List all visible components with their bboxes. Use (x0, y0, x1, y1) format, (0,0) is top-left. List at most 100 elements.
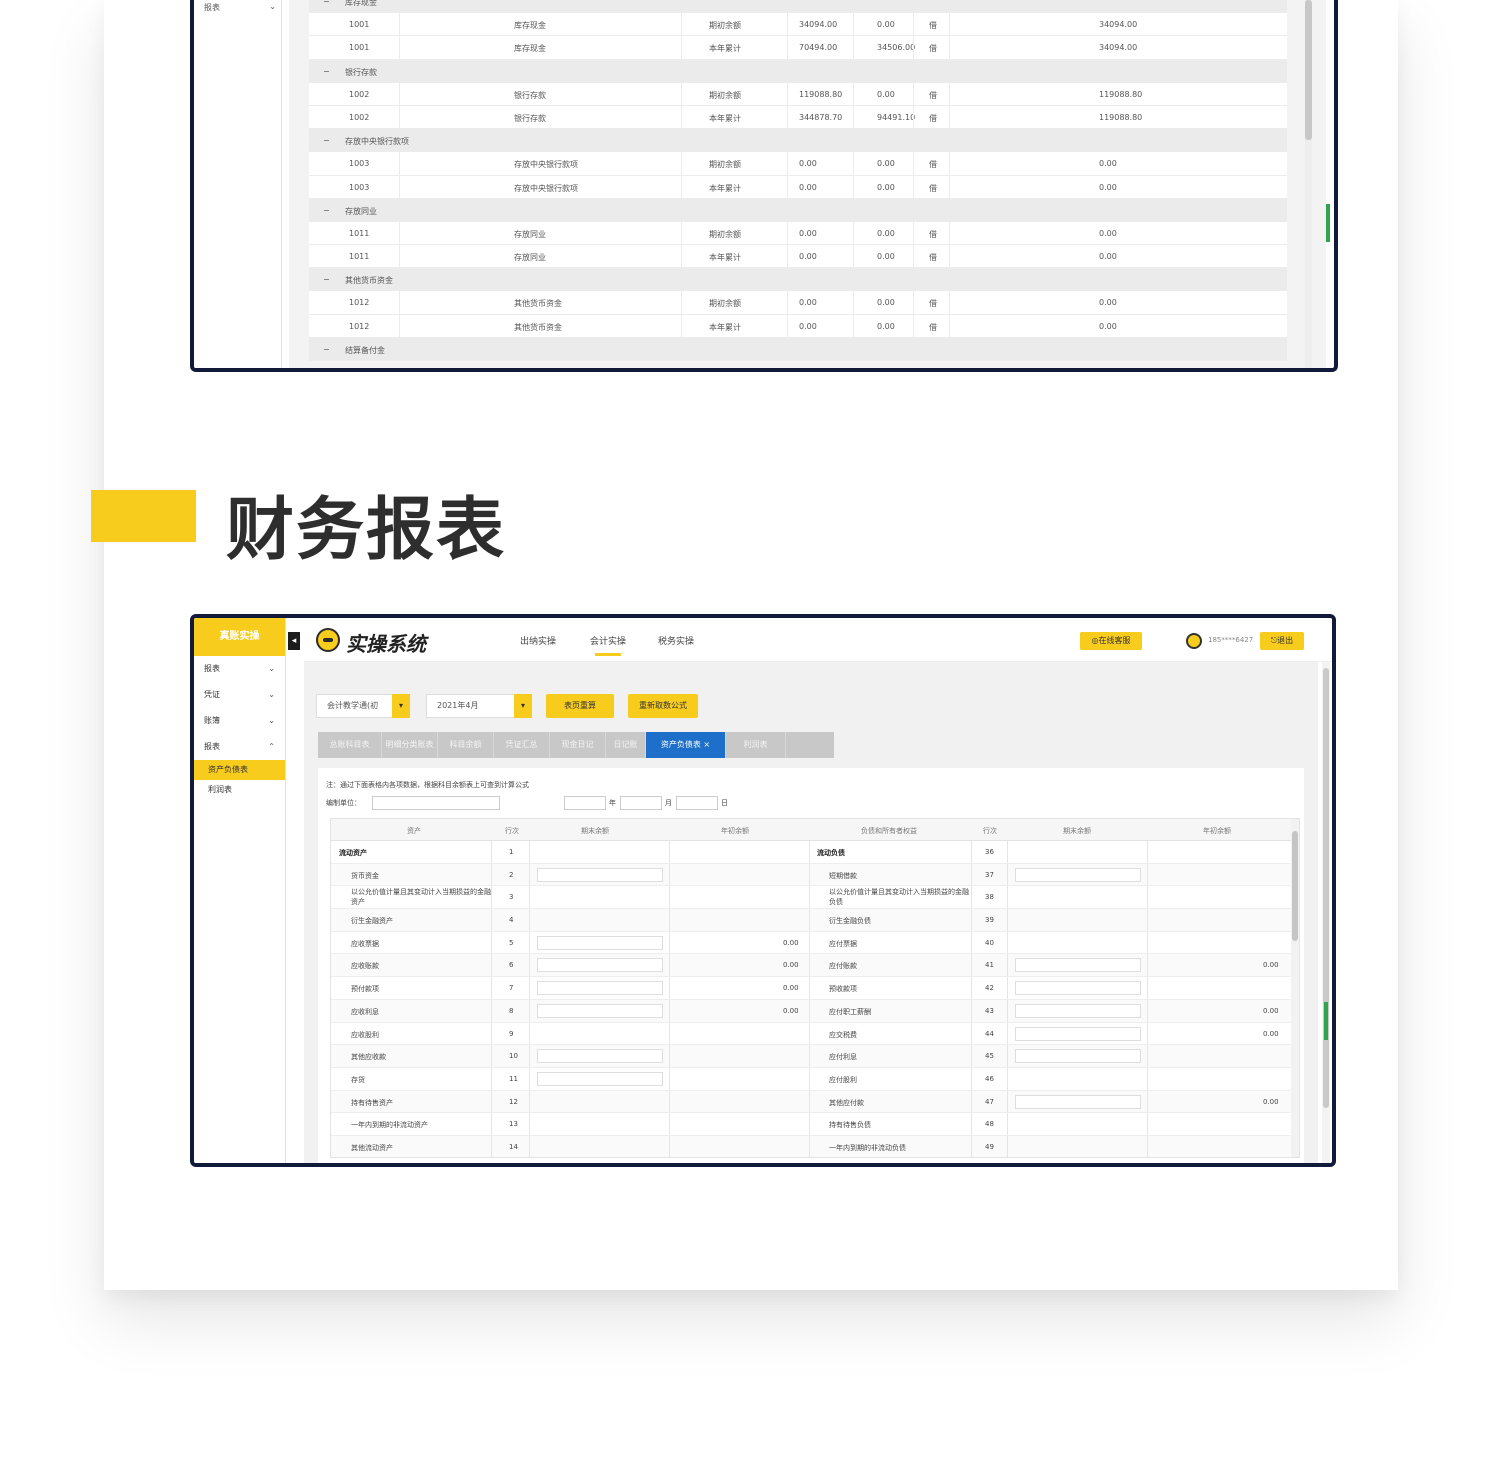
scroll-thumb[interactable] (1305, 0, 1312, 140)
collapse-toggle[interactable]: − (323, 345, 330, 354)
tab-report-1[interactable]: 总账科目表 (318, 732, 382, 758)
day-input[interactable] (676, 796, 718, 810)
balance-sheet-table: 资产 行次 期末余额 年初余额 负债和所有者权益 行次 期末余额 年初余额 流动… (330, 818, 1300, 1158)
column-divider (949, 82, 950, 105)
online-service-button[interactable]: ◎在线客服 (1080, 632, 1142, 650)
column-divider (491, 909, 492, 931)
column-divider (809, 1022, 810, 1045)
cell-code: 1011 (349, 228, 370, 238)
asset-end-balance-input[interactable] (537, 1049, 663, 1064)
cell-balance: 0.00 (1099, 182, 1117, 192)
column-divider (853, 36, 854, 59)
collapse-toggle[interactable]: − (323, 206, 330, 215)
recalculate-button[interactable]: 表页重算 (546, 694, 614, 718)
sidebar-item-label: 报表 (204, 3, 220, 12)
cell-debit: 0.00 (799, 321, 817, 331)
liability-end-balance-input[interactable] (1015, 1003, 1141, 1018)
sidebar-item-reports[interactable]: 报表 ⌄ (194, 656, 285, 682)
sidebar-item-vouchers[interactable]: 凭证 ⌄ (194, 682, 285, 708)
sidebar-item-statements[interactable]: 报表 ⌃ (194, 734, 285, 760)
liability-end-balance-input[interactable] (1015, 958, 1141, 973)
collapse-toggle[interactable]: − (323, 67, 330, 76)
cell-credit: 0.00 (877, 89, 895, 99)
table-row: 1012 其他货币资金 本年累计 0.00 0.00 借 0.00 (309, 314, 1287, 338)
sidebar-subitem-balance-sheet[interactable]: 资产负债表 (194, 760, 285, 780)
collapse-toggle[interactable]: − (323, 136, 330, 145)
year-label: 年 (609, 799, 616, 807)
liability-end-balance-input[interactable] (1015, 1026, 1141, 1041)
ledger-screenshot-frame: 报表 ⌄ − 库存现金 1001 库存现金 期初余额 34094.00 0.00 借 34094… (190, 0, 1338, 372)
user-avatar-icon[interactable] (1186, 633, 1202, 649)
sidebar-header: 真账实操 (194, 618, 285, 656)
tab-report-3[interactable]: 科目余额 (438, 732, 494, 758)
asset-end-balance-input[interactable] (537, 935, 663, 950)
asset-name: 应收股利 (351, 1030, 379, 1039)
cell-debit: 0.00 (799, 182, 817, 192)
tab-report-5[interactable]: 现金日记 (550, 732, 606, 758)
tab-report-4[interactable]: 凭证汇总 (494, 732, 550, 758)
asset-end-balance-input[interactable] (537, 981, 663, 996)
liability-end-balance-input[interactable] (1015, 867, 1141, 882)
scroll-thumb[interactable] (1323, 668, 1329, 1108)
cell-credit: 94491.10 (877, 112, 916, 122)
col-header: 行次 (983, 827, 997, 835)
liability-end-balance-input[interactable] (1015, 981, 1141, 996)
sidebar-item-reports[interactable]: 报表 ⌄ (204, 2, 276, 13)
liability-end-balance-input[interactable] (1015, 1094, 1141, 1109)
ledger-scrollbar[interactable] (1305, 0, 1312, 368)
scroll-thumb[interactable] (1292, 831, 1298, 941)
period-select[interactable]: 2021年4月 ▾ (426, 694, 532, 718)
asset-line-no: 11 (509, 1074, 518, 1083)
chevron-down-icon: ⌄ (268, 690, 275, 699)
asset-name: 流动资产 (339, 849, 367, 857)
asset-end-balance-input[interactable] (537, 867, 663, 882)
tab-report-6[interactable]: 日记账 (606, 732, 646, 758)
nav-accounting-practice[interactable]: 会计实操 (590, 634, 626, 656)
col-header: 年初余额 (721, 827, 749, 835)
reset-formula-button[interactable]: 重新取数公式 (628, 694, 698, 718)
asset-name: 持有待售资产 (351, 1098, 393, 1107)
column-divider (669, 1090, 670, 1113)
cell-name: 银行存款 (514, 113, 546, 123)
cell-balance: 0.00 (1099, 298, 1117, 308)
nav-cashier-practice[interactable]: 出纳实操 (520, 634, 556, 647)
asset-end-balance-input[interactable] (537, 958, 663, 973)
chevron-left-icon[interactable]: ◂ (288, 632, 300, 650)
tab-report-7[interactable]: 资产负债表 × (646, 732, 726, 758)
asset-begin-balance: 0.00 (783, 961, 799, 970)
column-divider (681, 291, 682, 314)
page-scrollbar[interactable] (1322, 662, 1330, 1163)
month-input[interactable] (620, 796, 662, 810)
sidebar-subitem-income-statement[interactable]: 利润表 (194, 780, 285, 800)
column-divider (853, 175, 854, 198)
table-scrollbar[interactable] (1291, 819, 1299, 1157)
liability-end-balance-input[interactable] (1015, 1049, 1141, 1064)
tab-report-2[interactable]: 明细分类账表 (382, 732, 438, 758)
liability-name: 应交税费 (829, 1030, 857, 1039)
asset-end-balance-input[interactable] (537, 1071, 663, 1086)
unit-input[interactable] (372, 796, 500, 810)
asset-line-no: 1 (509, 848, 514, 856)
column-divider (949, 245, 950, 268)
asset-end-balance-input[interactable] (537, 1003, 663, 1018)
column-divider (399, 13, 400, 36)
balance-sheet-screenshot-frame: 真账实操 报表 ⌄ 凭证 ⌄ 账簿 ⌄ 报表 ⌃ 资产负债表 利润表 ◂ 实操系统 出纳… (190, 614, 1336, 1167)
nav-tax-practice[interactable]: 税务实操 (658, 634, 694, 647)
collapse-toggle[interactable]: − (323, 275, 330, 284)
logout-button[interactable]: ⎋退出 (1260, 632, 1304, 650)
asset-line-no: 13 (509, 1120, 518, 1129)
group-label: 结算备付金 (345, 345, 385, 355)
table-row: 持有待售资产 12 其他应付款 47 0.00 (331, 1090, 1299, 1114)
column-divider (853, 291, 854, 314)
column-divider (491, 1090, 492, 1113)
company-select[interactable]: 会计教学通(初 ▾ (316, 694, 410, 718)
collapse-toggle[interactable]: − (323, 0, 330, 6)
column-divider (971, 1090, 972, 1113)
year-input[interactable] (564, 796, 606, 810)
sidebar-item-ledgers[interactable]: 账簿 ⌄ (194, 708, 285, 734)
cell-balance: 0.00 (1099, 228, 1117, 238)
column-divider (529, 977, 530, 999)
tab-report-8[interactable]: 利润表 (726, 732, 786, 758)
asset-line-no: 7 (509, 984, 514, 993)
column-divider (491, 977, 492, 999)
